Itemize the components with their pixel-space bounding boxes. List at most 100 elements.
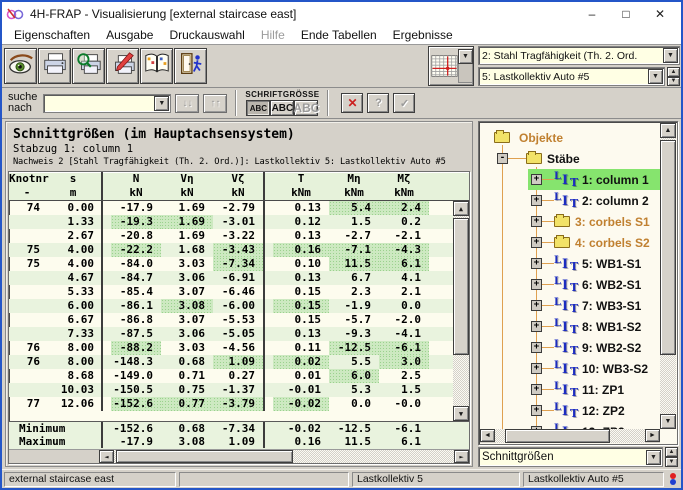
tree-item-3-corbels-s1[interactable]: +3: corbels S1 [480,211,660,232]
expand-toggle-icon[interactable]: + [531,426,542,429]
search-input[interactable]: ▼ [43,94,171,113]
tree-item-label: 4: corbels S2 [575,236,650,250]
folder-icon [554,216,570,227]
expand-toggle-icon[interactable]: + [531,321,542,332]
exit-button[interactable] [174,48,207,84]
help-button[interactable]: ? [367,93,389,113]
result-type-combobox[interactable]: Schnittgrößen ▼ [478,447,663,467]
menu-item-ergebnisse[interactable]: Ergebnisse [385,27,461,43]
table-vertical-scrollbar[interactable]: ▲ ▼ [453,201,469,421]
fontsize-label: SCHRIFTGRÖSSE [245,90,319,99]
tree-item-10-wb3-s2[interactable]: +LIT10: WB3-S2 [480,358,660,379]
result-location-button[interactable]: ▼ [428,46,474,86]
statusbar: external staircase eastLastkollektiv 5La… [2,469,681,488]
expand-toggle-icon[interactable]: + [531,384,542,395]
expand-toggle-icon[interactable]: + [531,279,542,290]
steel-profile-icon: LIT [554,403,578,419]
tree-item-2-column-2[interactable]: +LIT2: column 2 [480,190,660,211]
manual-button[interactable] [140,48,173,84]
table-row: 6.67-86.83.07-5.530.15-5.7-2.0 [9,313,453,327]
expand-toggle-icon[interactable]: + [531,216,542,227]
object-tree: Objekte-Stäbe+LIT1: column 1+LIT2: colum… [478,121,678,445]
table-body: 740.00-17.91.69-2.790.135.42.41.33-19.31… [9,201,453,421]
minimize-button[interactable]: – [575,3,609,25]
scroll-up-icon[interactable]: ▲ [453,201,469,216]
tree-item-6-wb2-s1[interactable]: +LIT6: WB2-S1 [480,274,660,295]
scroll-down-icon[interactable]: ▼ [453,406,469,421]
grid-dropdown-arrow[interactable]: ▼ [458,49,473,64]
nachweis-combobox[interactable]: 2: Stahl Tragfähigkeit (Th. 2. Ord. ▼ [478,46,680,65]
tree-item-7-wb3-s1[interactable]: +LIT7: WB3-S1 [480,295,660,316]
tree-item-5-wb1-s1[interactable]: +LIT5: WB1-S1 [480,253,660,274]
expand-toggle-icon[interactable]: + [531,237,542,248]
expand-toggle-icon[interactable]: + [531,405,542,416]
view-eye-button[interactable] [4,48,37,84]
scrollbar-thumb[interactable] [453,218,469,355]
print-preview-button[interactable] [72,48,105,84]
spinner-down-icon[interactable]: ▼ [667,77,680,87]
chevron-down-icon[interactable]: ▼ [154,96,169,111]
tree-item-9-wb2-s2[interactable]: +LIT9: WB2-S2 [480,337,660,358]
search-next-button[interactable]: ↓↓ [175,94,199,113]
scroll-left-icon[interactable]: ◄ [480,429,495,442]
steel-profile-icon: LIT [554,361,578,377]
result-type-row: Schnittgrößen ▼ ▲ ▼ [478,447,678,467]
chevron-down-icon[interactable]: ▼ [646,450,661,465]
print-select-button[interactable] [106,48,139,84]
collapse-toggle-icon[interactable]: - [497,153,508,164]
tree-item-12-zp2[interactable]: +LIT12: ZP2 [480,400,660,421]
tree-item-4-corbels-s2[interactable]: +4: corbels S2 [480,232,660,253]
close-table-button[interactable]: ✕ [341,93,363,113]
chevron-down-icon[interactable]: ▼ [663,48,678,63]
tree-horizontal-scrollbar[interactable]: ◄ ► [480,429,660,443]
apply-button[interactable]: ✓ [393,93,415,113]
tree-item-label: 9: WB2-S2 [582,341,641,355]
fontsize-medium-button[interactable]: ABC [270,100,294,116]
expand-toggle-icon[interactable]: + [531,195,542,206]
lastkollektiv-combobox[interactable]: 5: Lastkollektiv Auto #5 ▼ [478,67,665,86]
tree-item-objekte[interactable]: Objekte [480,127,660,148]
scroll-right-icon[interactable]: ► [454,450,469,463]
spinner-up-icon[interactable]: ▲ [665,447,678,457]
menu-item-eigenschaften[interactable]: Eigenschaften [6,27,98,43]
fontsize-large-button[interactable]: ABC [294,100,318,116]
close-button[interactable]: ✕ [643,3,677,25]
expand-toggle-icon[interactable]: + [531,300,542,311]
scrollbar-thumb[interactable] [505,429,610,443]
tree-item-13-zp3[interactable]: +LIT13: ZP3 [480,421,660,429]
tree-vertical-scrollbar[interactable]: ▲ ▼ [660,123,676,429]
table-horizontal-scrollbar[interactable]: ◄ ► [9,449,469,463]
fontsize-small-button[interactable]: ABC [246,100,270,116]
spinner-down-icon[interactable]: ▼ [665,457,678,467]
menu-item-ausgabe[interactable]: Ausgabe [98,27,161,43]
steel-profile-icon: LIT [554,172,578,188]
tree-item-11-zp1[interactable]: +LIT11: ZP1 [480,379,660,400]
spinner-up-icon[interactable]: ▲ [667,67,680,77]
scroll-right-icon[interactable]: ► [645,429,660,442]
print-button[interactable] [38,48,71,84]
table-row: 6.00-86.13.08-6.000.15-1.90.0 [9,299,453,313]
statusbar-segment-3: Lastkollektiv 5 [352,472,520,487]
menu-item-ende-tabellen[interactable]: Ende Tabellen [293,27,385,43]
expand-toggle-icon[interactable]: + [531,174,542,185]
table-row: 7.33-87.53.06-5.050.13-9.3-4.1 [9,327,453,341]
expand-toggle-icon[interactable]: + [531,258,542,269]
chevron-down-icon[interactable]: ▼ [648,69,663,84]
menu-item-druckauswahl[interactable]: Druckauswahl [161,27,252,43]
folder-icon [494,132,510,143]
table-row: 5.33-85.43.07-6.460.152.32.1 [9,285,453,299]
statusbar-segment-1: external staircase east [4,472,176,487]
tree-item-1-column-1[interactable]: +LIT1: column 1 [480,169,660,190]
scroll-down-icon[interactable]: ▼ [660,414,676,429]
scrollbar-thumb[interactable] [660,140,676,355]
tree-item-st-be[interactable]: -Stäbe [480,148,660,169]
expand-toggle-icon[interactable]: + [531,363,542,374]
menu-item-hilfe[interactable]: Hilfe [253,27,293,43]
scrollbar-thumb[interactable] [116,450,293,463]
scroll-left-icon[interactable]: ◄ [99,450,114,463]
search-prev-button[interactable]: ↑↑ [203,94,227,113]
maximize-button[interactable]: □ [609,3,643,25]
tree-item-8-wb1-s2[interactable]: +LIT8: WB1-S2 [480,316,660,337]
scroll-up-icon[interactable]: ▲ [660,123,676,138]
expand-toggle-icon[interactable]: + [531,342,542,353]
